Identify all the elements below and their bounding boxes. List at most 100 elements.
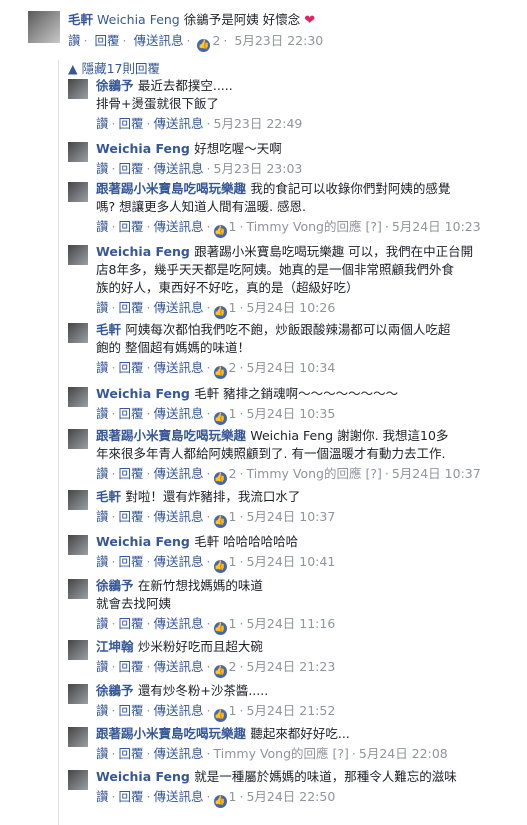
comment-author[interactable]: Weichia Feng — [96, 534, 194, 549]
message-button[interactable]: 傳送訊息 — [154, 116, 204, 131]
avatar[interactable] — [68, 323, 88, 343]
reply-button[interactable]: 回覆 — [119, 406, 144, 421]
message-button[interactable]: 傳送訊息 — [154, 161, 204, 176]
hide-replies-link[interactable]: ▲ 隱藏17則回覆 — [68, 60, 527, 78]
like-count[interactable]: 1 — [229, 219, 237, 234]
reply-button[interactable]: 回覆 — [119, 300, 144, 315]
like-count[interactable]: 2 — [229, 466, 237, 481]
like-count[interactable]: 1 — [229, 616, 237, 631]
comment-author[interactable]: 毛軒 — [68, 12, 93, 27]
like-count[interactable]: 1 — [229, 554, 237, 569]
timestamp[interactable]: 5月24日 21:23 — [246, 659, 335, 674]
reply-button[interactable]: 回覆 — [119, 659, 144, 674]
comment-author[interactable]: 毛軒 — [96, 489, 125, 504]
like-button[interactable]: 讚 — [96, 300, 109, 315]
timestamp[interactable]: 5月24日 10:35 — [246, 406, 335, 421]
like-button[interactable]: 讚 — [96, 219, 109, 234]
message-button[interactable]: 傳送訊息 — [154, 746, 204, 761]
timestamp[interactable]: 5月23日 22:49 — [214, 116, 303, 131]
message-button[interactable]: 傳送訊息 — [154, 554, 204, 569]
like-button[interactable]: 讚 — [96, 789, 109, 804]
message-button[interactable]: 傳送訊息 — [154, 703, 204, 718]
like-button[interactable]: 讚 — [96, 616, 109, 631]
like-button[interactable]: 讚 — [68, 33, 81, 48]
comment-author[interactable]: 跟著踢小米寶島吃喝玩樂趣 — [96, 428, 250, 443]
like-count[interactable]: 1 — [229, 406, 237, 421]
comment-author[interactable]: 徐鶲予 — [96, 683, 138, 698]
timestamp[interactable]: 5月23日 23:03 — [214, 161, 303, 176]
reply-button[interactable]: 回覆 — [119, 466, 144, 481]
avatar[interactable] — [68, 79, 88, 99]
like-button[interactable]: 讚 — [96, 406, 109, 421]
message-button[interactable]: 傳送訊息 — [154, 360, 204, 375]
like-count[interactable]: 1 — [229, 789, 237, 804]
avatar[interactable] — [68, 727, 88, 747]
timestamp[interactable]: 5月24日 10:41 — [246, 554, 335, 569]
avatar[interactable] — [68, 182, 88, 202]
avatar[interactable] — [28, 11, 60, 43]
timestamp[interactable]: 5月24日 10:34 — [246, 360, 335, 375]
like-button[interactable]: 讚 — [96, 554, 109, 569]
reply-button[interactable]: 回覆 — [119, 616, 144, 631]
timestamp[interactable]: 5月24日 22:08 — [359, 746, 448, 761]
timestamp[interactable]: 5月24日 10:37 — [246, 509, 335, 524]
timestamp[interactable]: 5月24日 11:16 — [246, 616, 335, 631]
like-button[interactable]: 讚 — [96, 509, 109, 524]
comment-author[interactable]: Weichia Feng — [96, 141, 194, 156]
message-button[interactable]: 傳送訊息 — [154, 616, 204, 631]
message-button[interactable]: 傳送訊息 — [154, 219, 204, 234]
like-button[interactable]: 讚 — [96, 746, 109, 761]
reply-button[interactable]: 回覆 — [119, 703, 144, 718]
like-count[interactable]: 2 — [229, 360, 237, 375]
reply-button[interactable]: 回覆 — [119, 219, 144, 234]
reply-button[interactable]: 回覆 — [119, 554, 144, 569]
avatar[interactable] — [68, 429, 88, 449]
comment-author[interactable]: 跟著踢小米寶島吃喝玩樂趣 — [96, 181, 250, 196]
avatar[interactable] — [68, 579, 88, 599]
comment-author[interactable]: 毛軒 — [96, 322, 125, 337]
comment-author[interactable]: Weichia Feng — [96, 244, 194, 259]
reply-by-note[interactable]: Timmy Vong的回應 [?] — [246, 466, 381, 481]
avatar[interactable] — [68, 142, 88, 162]
reply-button[interactable]: 回覆 — [119, 360, 144, 375]
reply-button[interactable]: 回覆 — [119, 789, 144, 804]
like-count[interactable]: 1 — [229, 509, 237, 524]
reply-by-note[interactable]: Timmy Vong的回應 [?] — [214, 746, 349, 761]
reply-button[interactable]: 回覆 — [119, 161, 144, 176]
avatar[interactable] — [68, 535, 88, 555]
like-count[interactable]: 2 — [212, 33, 220, 48]
timestamp[interactable]: 5月24日 10:26 — [246, 300, 335, 315]
timestamp[interactable]: 5月24日 10:23 — [392, 219, 481, 234]
reply-button[interactable]: 回覆 — [119, 746, 144, 761]
like-count[interactable]: 2 — [229, 659, 237, 674]
like-button[interactable]: 讚 — [96, 116, 109, 131]
avatar[interactable] — [68, 770, 88, 790]
timestamp[interactable]: 5月24日 22:50 — [246, 789, 335, 804]
avatar[interactable] — [68, 387, 88, 407]
comment-author[interactable]: 江坤翰 — [96, 639, 138, 654]
avatar[interactable] — [68, 490, 88, 510]
comment-author[interactable]: 徐鶲予 — [96, 78, 138, 93]
message-button[interactable]: 傳送訊息 — [154, 789, 204, 804]
reply-button[interactable]: 回覆 — [119, 509, 144, 524]
avatar[interactable] — [68, 684, 88, 704]
message-button[interactable]: 傳送訊息 — [154, 300, 204, 315]
avatar[interactable] — [68, 640, 88, 660]
comment-author[interactable]: 跟著踢小米寶島吃喝玩樂趣 — [96, 726, 250, 741]
reply-by-note[interactable]: Timmy Vong的回應 [?] — [246, 219, 381, 234]
like-button[interactable]: 讚 — [96, 659, 109, 674]
message-button[interactable]: 傳送訊息 — [154, 466, 204, 481]
reply-button[interactable]: 回覆 — [119, 116, 144, 131]
comment-author[interactable]: Weichia Feng — [96, 769, 194, 784]
like-button[interactable]: 讚 — [96, 161, 109, 176]
like-count[interactable]: 1 — [229, 300, 237, 315]
mention-link[interactable]: Weichia Feng — [97, 12, 180, 27]
like-count[interactable]: 1 — [229, 703, 237, 718]
like-button[interactable]: 讚 — [96, 360, 109, 375]
comment-author[interactable]: Weichia Feng — [96, 386, 194, 401]
message-button[interactable]: 傳送訊息 — [154, 509, 204, 524]
reply-button[interactable]: 回覆 — [94, 33, 119, 48]
message-button[interactable]: 傳送訊息 — [133, 33, 183, 48]
avatar[interactable] — [68, 245, 88, 265]
comment-author[interactable]: 徐鶲予 — [96, 578, 138, 593]
